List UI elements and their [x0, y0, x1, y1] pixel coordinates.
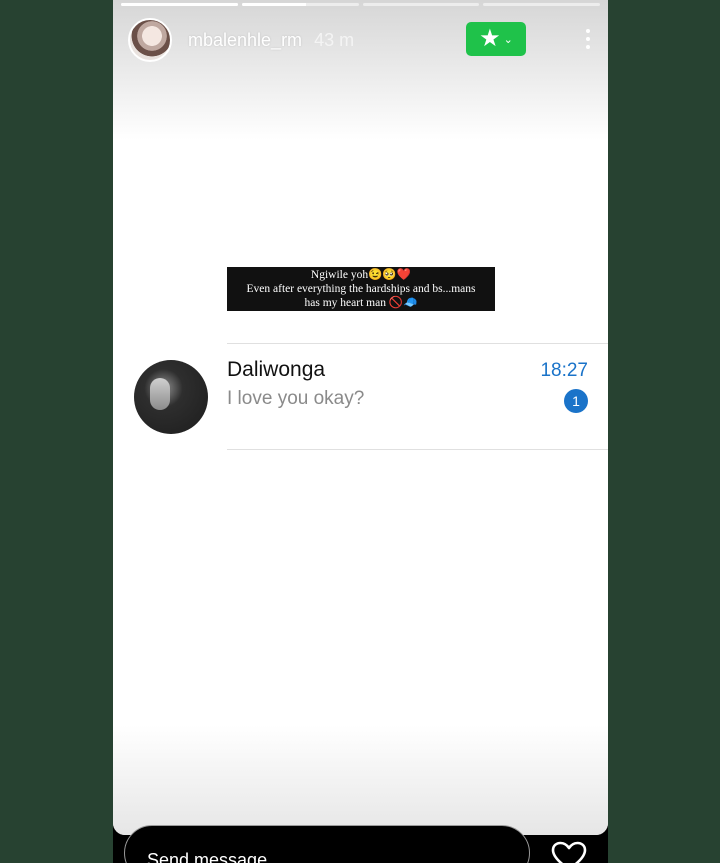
story-header: mbalenhle_rm 43 m ★ ⌄ [128, 17, 593, 63]
contact-name: Daliwonga [227, 358, 326, 381]
reply-bar: Send message [113, 825, 608, 863]
story-content: mbalenhle_rm 43 m ★ ⌄ Ngiwile yoh😉🥺❤️ Ev… [113, 0, 608, 835]
heart-icon[interactable] [551, 841, 587, 863]
progress-segment [483, 3, 600, 6]
divider [227, 449, 608, 450]
story-viewer[interactable]: mbalenhle_rm 43 m ★ ⌄ Ngiwile yoh😉🥺❤️ Ev… [113, 0, 608, 863]
story-progress [121, 3, 600, 6]
caption-line: Even after everything the hardships and … [246, 283, 476, 295]
unread-badge: 1 [564, 389, 588, 413]
progress-segment [121, 3, 238, 6]
caption-line: has my heart man 🚫🧢 [304, 297, 418, 309]
bottom-gradient [113, 725, 608, 835]
caption-line: Ngiwile yoh😉🥺❤️ [310, 269, 412, 281]
user-avatar[interactable] [128, 18, 172, 62]
star-icon: ★ [479, 25, 501, 52]
chat-list-item: Daliwonga I love you okay? 18:27 1 [113, 343, 608, 450]
story-time: 43 m [314, 29, 355, 50]
divider [227, 343, 608, 344]
send-message-input[interactable]: Send message [124, 825, 530, 863]
story-caption: Ngiwile yoh😉🥺❤️ Even after everything th… [227, 267, 495, 311]
progress-segment [362, 3, 480, 6]
more-vertical-icon[interactable] [578, 25, 598, 53]
close-friends-button[interactable]: ★ ⌄ [466, 22, 526, 56]
contact-avatar [134, 360, 208, 434]
username[interactable]: mbalenhle_rm [188, 30, 302, 51]
message-time: 18:27 [540, 360, 588, 381]
progress-segment [241, 3, 359, 6]
last-message: I love you okay? [227, 388, 365, 409]
chevron-down-icon: ⌄ [503, 33, 513, 46]
